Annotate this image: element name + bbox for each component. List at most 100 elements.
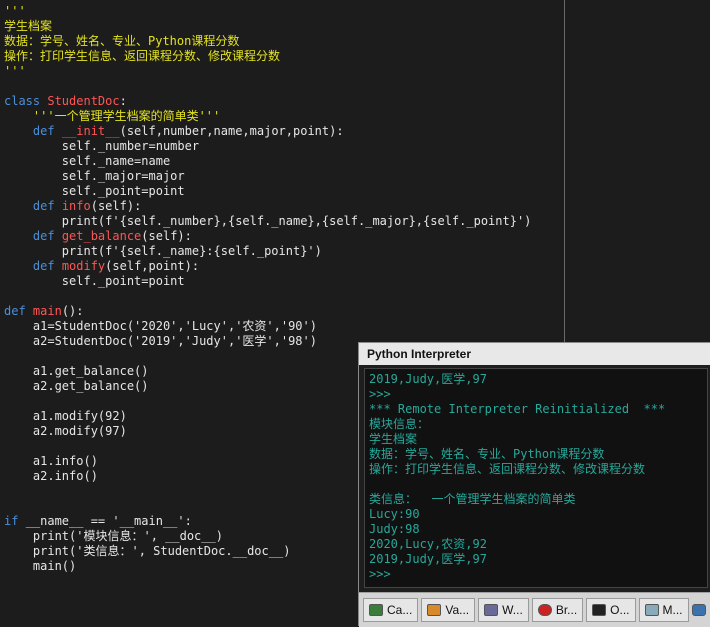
code-line[interactable]: '''一个管理学生档案的简单类''' xyxy=(4,109,531,124)
code-line[interactable] xyxy=(4,79,531,94)
code-token: ''' xyxy=(4,64,26,78)
tab-breakpoints[interactable]: Br... xyxy=(531,598,584,622)
code-line[interactable]: print(f'{self._name}:{self._point}') xyxy=(4,244,531,259)
interpreter-output-line: 2019,Judy,医学,97 xyxy=(369,372,487,386)
code-line[interactable]: self._major=major xyxy=(4,169,531,184)
code-token: self._name=name xyxy=(4,154,171,168)
code-token: ''' xyxy=(4,4,26,18)
interpreter-output-line: >>> xyxy=(369,387,391,401)
interpreter-output-line: 2019,Judy,医学,97 xyxy=(369,552,487,566)
code-token: print(f'{self._name}:{self._point}') xyxy=(4,244,322,258)
code-token: def xyxy=(32,199,62,213)
python-icon[interactable] xyxy=(691,604,706,616)
tab-label: Ca... xyxy=(387,603,413,617)
output-icon xyxy=(592,604,607,616)
interpreter-output-line: Judy:98 xyxy=(369,522,420,536)
code-token: 数据：学号、姓名、专业、Python课程分数 xyxy=(4,34,240,48)
code-line[interactable]: print(f'{self._number},{self._name},{sel… xyxy=(4,214,532,229)
tab-label: Br... xyxy=(555,603,578,617)
tab-label: M... xyxy=(662,603,683,617)
code-token: __name__ == '__main__': xyxy=(25,514,192,528)
code-line[interactable]: def __init__(self,number,name,major,poin… xyxy=(4,124,531,139)
code-token: a1.get_balance() xyxy=(4,364,149,378)
python-interpreter-panel[interactable]: Python Interpreter 2019,Judy,医学,97 >>> ***… xyxy=(358,342,710,627)
code-token: StudentDoc xyxy=(47,94,120,108)
interpreter-output-line: 学生档案 xyxy=(369,432,418,446)
tab-variables[interactable]: Va... xyxy=(421,598,476,622)
code-token: (self): xyxy=(90,199,142,213)
code-token: a1.modify(92) xyxy=(4,409,127,423)
tab-calc[interactable]: Ca... xyxy=(363,598,419,622)
interpreter-output-line: 类信息： 一个管理学生档案的简单类 xyxy=(369,492,576,506)
tab-label: O... xyxy=(610,603,630,617)
tab-watch[interactable]: W... xyxy=(478,598,529,622)
code-token: get_balance xyxy=(61,229,142,243)
interpreter-output-line: 操作：打印学生信息、返回课程分数、修改课程分数 xyxy=(369,462,646,476)
code-line[interactable]: def modify(self,point): xyxy=(4,259,531,274)
code-line[interactable]: def main(): xyxy=(4,304,531,319)
code-token: '''一个管理学生档案的简单类''' xyxy=(4,109,221,123)
code-line[interactable]: 学生档案 xyxy=(4,19,531,34)
code-token: __init__ xyxy=(61,124,120,138)
code-token: self._number=number xyxy=(4,139,200,153)
interpreter-output-line: Lucy:90 xyxy=(369,507,420,521)
tab-output[interactable]: O... xyxy=(586,598,636,622)
interpreter-output-line: 数据：学号、姓名、专业、Python课程分数 xyxy=(369,447,605,461)
code-line[interactable]: self._number=number xyxy=(4,139,531,154)
code-line[interactable]: def get_balance(self): xyxy=(4,229,531,244)
interpreter-output-line: *** Remote Interpreter Reinitialized *** xyxy=(369,402,666,416)
code-line[interactable] xyxy=(4,289,531,304)
code-line[interactable]: self._point=point xyxy=(4,184,531,199)
code-token: a2.info() xyxy=(4,469,98,483)
code-token: a2.modify(97) xyxy=(4,424,127,438)
code-token: modify xyxy=(61,259,106,273)
code-token: 操作：打印学生信息、返回课程分数、修改课程分数 xyxy=(4,49,281,63)
code-line[interactable]: 数据：学号、姓名、专业、Python课程分数 xyxy=(4,34,531,49)
code-token: : xyxy=(119,94,127,108)
code-token: info xyxy=(61,199,91,213)
tab-label: Va... xyxy=(445,603,470,617)
code-token: def xyxy=(4,304,33,318)
code-line[interactable]: self._name=name xyxy=(4,154,531,169)
code-token: def xyxy=(32,259,62,273)
code-token: (self,number,name,major,point): xyxy=(119,124,344,138)
code-token: a1.info() xyxy=(4,454,98,468)
code-token: (self): xyxy=(141,229,192,243)
variables-icon xyxy=(427,604,442,616)
tool-window-taskbar: Ca... Va... W... Br... O... M... xyxy=(359,592,710,627)
code-line[interactable]: a1=StudentDoc('2020','Lucy','农资','90') xyxy=(4,319,531,334)
interpreter-output-line: 2020,Lucy,农资,92 xyxy=(369,537,487,551)
code-token: print(f'{self._number},{self._name},{sel… xyxy=(4,214,532,228)
code-token: print('模块信息：', __doc__) xyxy=(4,529,223,543)
watch-icon xyxy=(484,604,499,616)
interpreter-title[interactable]: Python Interpreter xyxy=(359,343,710,365)
messages-icon xyxy=(644,604,659,616)
code-token: class xyxy=(4,94,48,108)
interpreter-console[interactable]: 2019,Judy,医学,97 >>> *** Remote Interpreter… xyxy=(364,368,708,588)
interpreter-output-line: >>> xyxy=(369,567,391,581)
calc-icon xyxy=(369,604,383,616)
code-token: a2.get_balance() xyxy=(4,379,149,393)
code-line[interactable]: ''' xyxy=(4,64,531,79)
tab-messages[interactable]: M... xyxy=(638,598,689,622)
code-line[interactable]: ''' xyxy=(4,4,531,19)
code-token: a2=StudentDoc('2019','Judy','医学','98') xyxy=(4,334,317,348)
code-line[interactable]: 操作：打印学生信息、返回课程分数、修改课程分数 xyxy=(4,49,531,64)
code-line[interactable]: class StudentDoc: xyxy=(4,94,531,109)
code-token: def xyxy=(32,229,62,243)
breakpoint-icon xyxy=(537,604,552,616)
code-token: def xyxy=(32,124,62,138)
code-line[interactable]: def info(self): xyxy=(4,199,531,214)
interpreter-output-line xyxy=(369,477,703,492)
code-token: a1=StudentDoc('2020','Lucy','农资','90') xyxy=(4,319,317,333)
interpreter-output-line: 模块信息： xyxy=(369,417,430,431)
code-token: if xyxy=(4,514,26,528)
code-line[interactable]: self._point=point xyxy=(4,274,531,289)
code-token: (): xyxy=(61,304,84,318)
code-token: self._point=point xyxy=(4,184,185,198)
interpreter-output: 2019,Judy,医学,97 >>> *** Remote Interpreter… xyxy=(365,369,707,585)
